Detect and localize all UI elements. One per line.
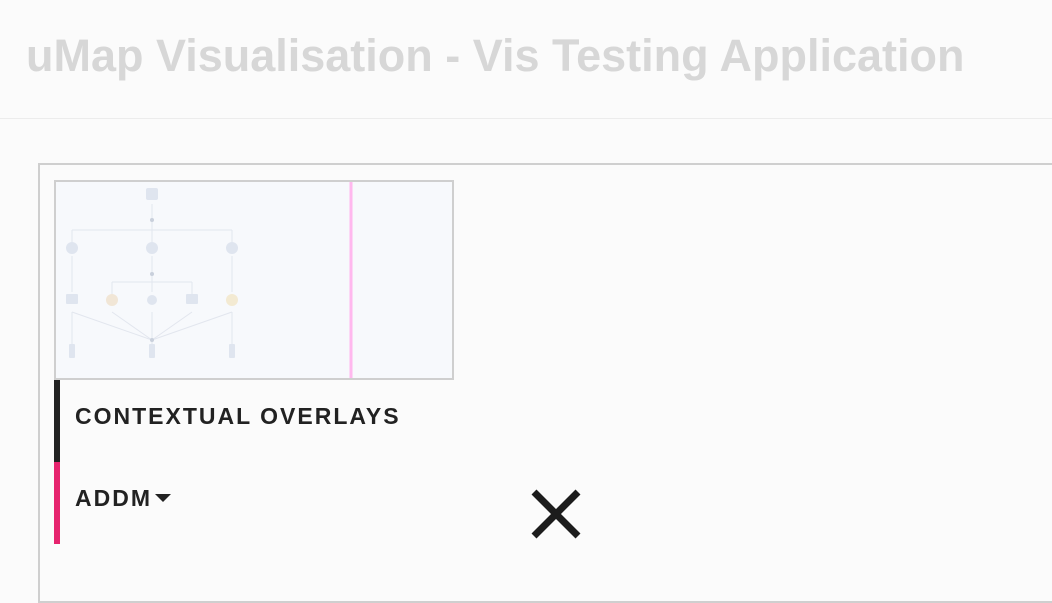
caret-down-icon xyxy=(155,493,171,502)
addm-label: ADDM xyxy=(75,485,152,511)
contextual-overlays-header: CONTEXTUAL OVERLAYS xyxy=(54,380,654,462)
page-title: uMap Visualisation - Vis Testing Applica… xyxy=(26,30,965,81)
topology-preview xyxy=(66,182,353,378)
close-icon xyxy=(531,489,581,539)
close-button[interactable] xyxy=(528,486,584,542)
map-overview-thumbnail[interactable] xyxy=(54,180,454,380)
app-header: uMap Visualisation - Vis Testing Applica… xyxy=(0,0,1052,119)
addm-dropdown-toggle[interactable]: ADDM xyxy=(75,485,171,512)
contextual-overlays-label: CONTEXTUAL OVERLAYS xyxy=(75,403,401,429)
